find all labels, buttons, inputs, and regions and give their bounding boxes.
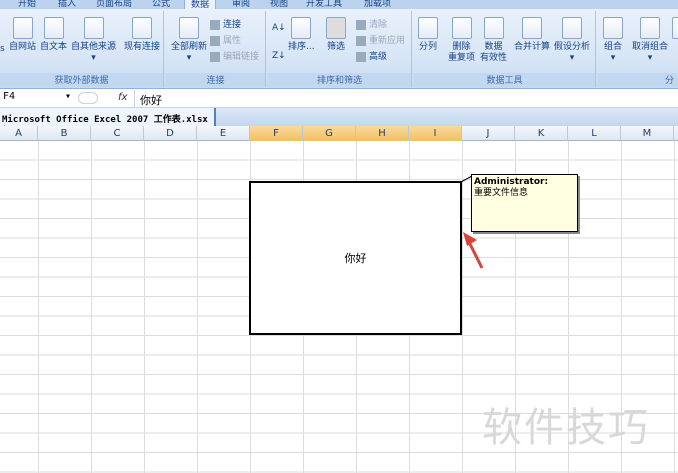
column-header-b[interactable]: B [38,126,91,141]
group-label: 排序和筛选 [268,73,411,87]
column-header-g[interactable]: G [303,126,356,141]
group-data-tools: 分列 删除 重复项 数据 有效性 合并计算 假设分析 ▾ 数据工具 [414,11,596,87]
tab-developer[interactable]: 开发工具 [300,0,348,9]
text-box-shape[interactable]: 你好 [249,181,462,335]
tab-addins[interactable]: 加载项 [358,0,397,9]
comment-author: Administrator: [474,177,549,187]
cell-comment[interactable]: Administrator: 重要文件信息 [471,174,578,232]
reapply-icon [356,35,366,46]
tab-formulas[interactable]: 公式 [146,0,176,9]
tab-review[interactable]: 审阅 [226,0,256,9]
filter-icon [326,17,346,39]
splitter-handle[interactable] [78,92,98,104]
fx-button[interactable]: fx [118,92,127,103]
tab-home[interactable]: 开始 [12,0,42,9]
from-web-button[interactable]: 自网站 [9,17,36,53]
column-header-j[interactable]: J [462,126,515,141]
properties-icon [210,35,220,46]
arrow-head-icon [463,232,477,246]
group-label: 数据工具 [414,73,595,87]
formula-bar: F4 ▾ fx 你好 [0,90,678,108]
clear-icon [356,19,366,30]
sort-asc-button[interactable]: A↓ [272,23,286,33]
data-validation-button[interactable]: 数据 有效性 [480,17,507,64]
group-label: 连接 [166,73,265,87]
column-header-f[interactable]: F [250,126,303,141]
group-label: 获取外部数据 [0,73,163,87]
group-icon [603,17,623,39]
consolidate-button[interactable]: 合并计算 [514,17,550,53]
name-box[interactable]: F4 ▾ [0,91,75,106]
group-outline: 组合▾ 取消组合▾ 分 分 [598,11,678,87]
from-text-button[interactable]: 自文本 [40,17,67,53]
group-get-external-data: s 自网站 自文本 自其他来源 ▾ 现有连接 获取外部数据 [0,11,164,87]
web-icon [12,17,33,39]
advanced-button[interactable]: 高级 [356,49,387,62]
formula-input[interactable]: 你好 [140,92,162,108]
tab-view[interactable]: 视图 [264,0,294,9]
column-header-l[interactable]: L [568,126,621,141]
ribbon: s 自网站 自文本 自其他来源 ▾ 现有连接 获取外部数据 全部刷新 ▾ 连接 属性… [0,9,678,89]
remove-duplicates-icon [451,17,472,39]
database-icon [83,17,104,39]
reapply-button[interactable]: 重新应用 [356,33,405,46]
column-header-a[interactable]: A [0,126,38,141]
connections-icon [132,17,152,39]
column-header-i[interactable]: I [409,126,462,141]
filter-button[interactable]: 筛选 [326,17,346,53]
comment-text: 重要文件信息 [474,188,529,198]
subtotal-icon [672,17,678,39]
ribbon-tabs: 开始 插入 页面布局 公式 数据 审阅 视图 开发工具 加载项 [0,0,678,9]
from-other-sources-button[interactable]: 自其他来源 ▾ [71,17,116,64]
sort-button[interactable]: 排序... [288,17,315,53]
properties-button[interactable]: 属性 [210,33,241,46]
subtotal-button[interactable]: 分 [672,17,678,53]
red-arrow [466,239,484,269]
text-to-columns-button[interactable]: 分列 [418,17,438,53]
tab-insert[interactable]: 插入 [52,0,82,9]
column-header-e[interactable]: E [197,126,250,141]
from-access-button[interactable]: s [0,44,5,55]
column-header-c[interactable]: C [91,126,144,141]
refresh-icon [179,17,199,39]
clear-button[interactable]: 清除 [356,17,387,30]
link-icon [210,51,220,62]
watermark: 软件技巧 [482,405,650,451]
validation-icon [483,17,504,39]
tab-page-layout[interactable]: 页面布局 [90,0,138,9]
column-header-m[interactable]: M [621,126,674,141]
column-header-d[interactable]: D [144,126,197,141]
column-header-h[interactable]: H [356,126,409,141]
split-columns-icon [418,17,438,39]
sort-icon [291,17,312,39]
what-if-icon [562,17,582,39]
connection-icon [210,19,220,30]
ungroup-button[interactable]: 取消组合 ▾ [632,17,668,64]
refresh-all-button[interactable]: 全部刷新 ▾ [171,17,207,64]
existing-connections-button[interactable]: 现有连接 [124,17,160,53]
group-button[interactable]: 组合 ▾ [603,17,623,64]
what-if-analysis-button[interactable]: 假设分析 ▾ [554,17,590,64]
group-sort-filter: A↓ Z↓ 排序... 筛选 清除 重新应用 高级 排序和筛选 [268,11,412,87]
column-headers: ABCDEFGHIJKLM [0,126,678,141]
ungroup-icon [640,17,660,39]
divider [134,90,135,107]
document-title[interactable]: Microsoft Office Excel 2007 工作表.xlsx * [0,108,216,135]
tab-data[interactable]: 数据 [184,0,217,9]
consolidate-icon [522,17,542,39]
sort-desc-button[interactable]: Z↓ [272,51,286,61]
column-header-k[interactable]: K [515,126,568,141]
advanced-filter-icon [356,51,366,62]
chevron-down-icon[interactable]: ▾ [65,91,71,102]
text-file-icon [43,17,64,39]
remove-duplicates-button[interactable]: 删除 重复项 [448,17,475,64]
group-connections: 全部刷新 ▾ 连接 属性 编辑链接 连接 [166,11,266,87]
connections-button[interactable]: 连接 [210,17,241,30]
group-label: 分 [598,73,678,87]
document-tab-bar: Microsoft Office Excel 2007 工作表.xlsx * [0,108,678,135]
edit-links-button[interactable]: 编辑链接 [210,49,259,62]
